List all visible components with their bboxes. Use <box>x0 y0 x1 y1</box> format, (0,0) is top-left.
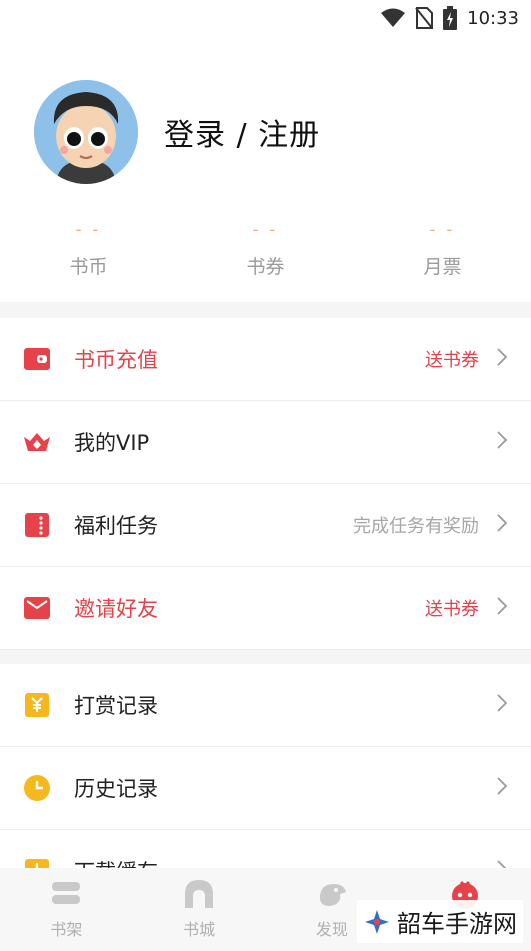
envelope-icon <box>24 597 50 619</box>
tab-bookshelf[interactable]: 书架 <box>0 868 133 951</box>
tab-label: 发现 <box>315 920 348 939</box>
tab-label: 书架 <box>50 920 83 939</box>
watermark-text: 韶车手游网 <box>397 910 517 938</box>
battery-charging-icon <box>443 6 458 30</box>
menu-item-reward-records[interactable]: 打赏记录 <box>0 664 531 747</box>
stat-label: 月票 <box>423 256 462 278</box>
ticket-icon <box>25 513 49 537</box>
menu-item-label: 福利任务 <box>74 514 158 538</box>
stat-label: 书券 <box>246 256 285 278</box>
menu-item-label: 历史记录 <box>74 777 158 801</box>
menu-item-extra: 送书券 <box>425 350 479 371</box>
chevron-right-icon <box>497 514 507 532</box>
stat-book-coins[interactable]: - - 书币 <box>0 220 177 290</box>
wifi-icon <box>381 8 406 27</box>
bookshelf-icon <box>52 882 81 904</box>
clock-icon <box>24 775 50 801</box>
chevron-right-icon <box>497 694 507 712</box>
section-divider <box>0 650 531 664</box>
login-register-link[interactable]: 登录 / 注册 <box>164 110 320 154</box>
discover-icon <box>319 884 346 906</box>
stat-book-vouchers[interactable]: - - 书券 <box>177 220 354 290</box>
chevron-right-icon <box>497 431 507 449</box>
profile-header[interactable]: 登录 / 注册 <box>34 80 320 184</box>
menu-item-label: 打赏记录 <box>74 694 158 718</box>
menu-item-my-vip[interactable]: 我的VIP <box>0 401 531 484</box>
status-time: 10:33 <box>467 7 519 29</box>
no-sim-icon <box>415 7 434 29</box>
menu-item-recharge[interactable]: 书币充值 送书券 <box>0 318 531 401</box>
menu-item-invite-friends[interactable]: 邀请好友 送书券 <box>0 567 531 650</box>
section-divider <box>0 302 531 318</box>
tab-bookstore[interactable]: 书城 <box>133 868 266 951</box>
account-stats: - - 书币 - - 书券 - - 月票 <box>0 220 531 290</box>
stat-value: - - <box>429 220 456 239</box>
reward-icon <box>25 693 49 717</box>
chevron-right-icon <box>497 348 507 366</box>
tab-label: 书城 <box>183 920 216 939</box>
menu-item-extra: 送书券 <box>425 599 479 620</box>
menu-item-label: 邀请好友 <box>74 597 158 621</box>
chevron-right-icon <box>497 597 507 615</box>
stat-monthly-tickets[interactable]: - - 月票 <box>354 220 531 290</box>
status-bar: 10:33 <box>0 0 531 36</box>
watermark: 韶车手游网 <box>357 900 523 943</box>
bookstore-icon <box>185 880 214 908</box>
stat-value: - - <box>75 220 102 239</box>
chevron-right-icon <box>497 777 507 795</box>
avatar[interactable] <box>34 80 138 184</box>
vip-crown-icon <box>24 433 50 451</box>
stat-value: - - <box>252 220 279 239</box>
menu-item-extra: 完成任务有奖励 <box>353 516 479 537</box>
cartoon-avatar-icon <box>34 80 138 184</box>
menu-item-label: 我的VIP <box>74 431 150 455</box>
menu-group-primary: 书币充值 送书券 我的VIP 福利任务 完成任务有奖励 邀请好友 送书券 <box>0 318 531 650</box>
wallet-icon <box>24 348 50 370</box>
stat-label: 书币 <box>69 256 108 278</box>
menu-item-welfare-tasks[interactable]: 福利任务 完成任务有奖励 <box>0 484 531 567</box>
menu-item-history[interactable]: 历史记录 <box>0 747 531 830</box>
watermark-logo-icon <box>365 909 389 934</box>
menu-item-label: 书币充值 <box>74 348 158 372</box>
